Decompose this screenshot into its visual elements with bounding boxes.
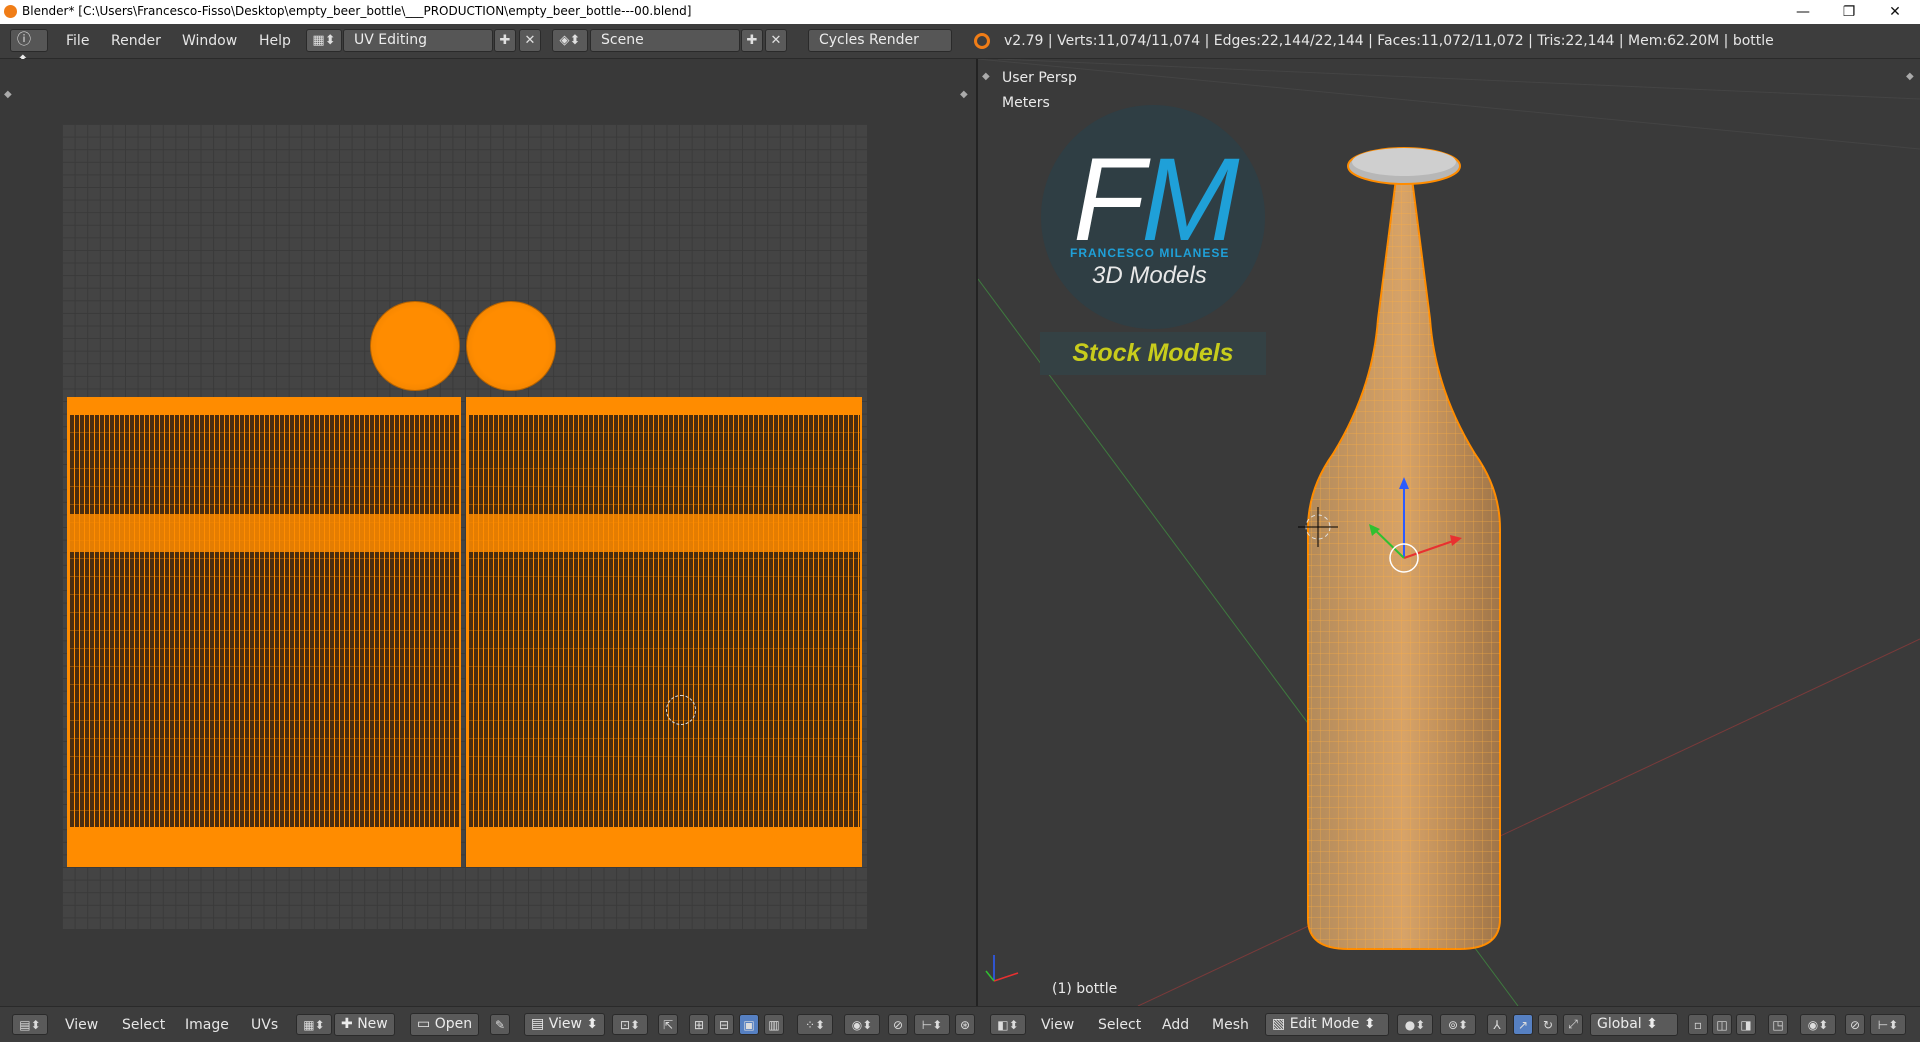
mode-selector[interactable]: ▧ Edit Mode ⬍ xyxy=(1265,1013,1389,1036)
add-scene-icon[interactable]: ✚ xyxy=(741,29,763,52)
grid-line xyxy=(997,59,1920,100)
sync-selection-icon[interactable]: ⇱ xyxy=(658,1014,678,1035)
occlude-geometry-icon[interactable]: ◳ xyxy=(1768,1014,1788,1035)
new-image-button[interactable]: ✚ New xyxy=(334,1013,395,1036)
menu-file[interactable]: File xyxy=(66,33,89,49)
view-mode-selector[interactable]: ▤ View ⬍ xyxy=(524,1013,606,1036)
bottle-cap-top xyxy=(1352,148,1456,176)
info-header: ⓘ ⬍ File Render Window Help ▦⬍ UV Editin… xyxy=(0,24,1920,69)
scale-manipulator-icon[interactable]: ⤢ xyxy=(1563,1014,1583,1035)
vp-menu-add[interactable]: Add xyxy=(1162,1017,1189,1033)
vertex-select-icon[interactable]: ⊞ xyxy=(689,1014,709,1035)
uv-2d-cursor[interactable] xyxy=(666,695,696,725)
render-engine-selector[interactable]: Cycles Render xyxy=(808,29,952,52)
uv-island-body-right[interactable] xyxy=(466,397,862,867)
uv-island-cap-top[interactable] xyxy=(370,301,460,391)
logo-name: FRANCESCO MILANESE xyxy=(1070,246,1230,260)
layout-browse-icon[interactable]: ▦⬍ xyxy=(306,29,342,52)
add-layout-icon[interactable]: ✚ xyxy=(494,29,516,52)
snap-3d-icon[interactable]: ⊘ xyxy=(1845,1014,1865,1035)
maximize-button[interactable]: ❐ xyxy=(1826,0,1872,24)
edit-mode-icon: ▧ xyxy=(1272,1016,1290,1032)
blender-logo-icon xyxy=(974,33,990,49)
edge-select-mode-icon[interactable]: ◨ xyxy=(1736,1014,1756,1035)
pivot-point-icon[interactable]: ⊚⬍ xyxy=(1440,1014,1476,1035)
blender-app-icon xyxy=(4,5,17,18)
active-object-label: (1) bottle xyxy=(1052,981,1118,997)
pin-icon[interactable]: ✎ xyxy=(490,1014,510,1035)
pivot-icon[interactable]: ⊡⬍ xyxy=(612,1014,648,1035)
scene-selector[interactable]: Scene xyxy=(590,29,740,52)
proportional-edit-3d-icon[interactable]: ◉⬍ xyxy=(1800,1014,1836,1035)
vp-menu-select[interactable]: Select xyxy=(1098,1017,1141,1033)
axis-widget-x xyxy=(993,972,1019,982)
uv-image-editor[interactable]: ◆ ◆ xyxy=(0,59,976,1006)
menu-help[interactable]: Help xyxy=(259,33,291,49)
layer-icon[interactable]: ▫ xyxy=(1688,1014,1708,1035)
uv-menu-uvs[interactable]: UVs xyxy=(251,1017,278,1033)
stock-models-banner: Stock Models xyxy=(1040,332,1266,375)
vertex-select-mode-icon[interactable]: ◫ xyxy=(1712,1014,1732,1035)
new-image-label: New xyxy=(357,1016,388,1032)
uv-island-body-left[interactable] xyxy=(67,397,461,867)
x-axis-line xyxy=(1137,638,1920,1006)
menu-render[interactable]: Render xyxy=(111,33,161,49)
scene-stats: v2.79 | Verts:11,074/11,074 | Edges:22,1… xyxy=(1004,33,1774,49)
units-label: Meters xyxy=(1002,95,1050,111)
region-toggle-icon[interactable]: ◆ xyxy=(982,71,990,82)
window-titlebar: Blender* [C:\Users\Francesco-Fisso\Deskt… xyxy=(0,0,1920,24)
open-image-label: Open xyxy=(434,1016,473,1032)
layout-selector[interactable]: UV Editing xyxy=(343,29,493,52)
window-title: Blender* [C:\Users\Francesco-Fisso\Deskt… xyxy=(22,4,692,18)
uv-grid-background[interactable] xyxy=(62,124,867,929)
sticky-mode-icon[interactable]: ⁘⬍ xyxy=(797,1014,833,1035)
plus-icon: ✚ xyxy=(341,1016,358,1032)
close-button[interactable]: ✕ xyxy=(1872,0,1918,24)
mode-label: Edit Mode xyxy=(1289,1016,1360,1032)
folder-icon: ▭ xyxy=(417,1016,435,1032)
island-select-icon[interactable]: ▥ xyxy=(764,1014,784,1035)
uv-island-cap-bottom[interactable] xyxy=(466,301,556,391)
logo-initials: FM xyxy=(1073,141,1239,259)
open-image-button[interactable]: ▭ Open xyxy=(410,1013,480,1036)
uv-editor-type-icon[interactable]: ▤⬍ xyxy=(12,1014,48,1035)
region-toggle-icon[interactable]: ◆ xyxy=(1906,71,1914,82)
editor-headers-bottom: ▤⬍ View Select Image UVs ▦⬍ ✚ New ▭ Open… xyxy=(0,1006,1920,1042)
delete-scene-icon[interactable]: ✕ xyxy=(765,29,787,52)
logo-subtitle: 3D Models xyxy=(1092,262,1207,289)
edge-select-icon[interactable]: ⊟ xyxy=(714,1014,734,1035)
texture-icon[interactable]: ⊛ xyxy=(955,1014,975,1035)
translate-manipulator-icon[interactable]: ↗ xyxy=(1513,1014,1533,1035)
3d-viewport[interactable]: User Persp Meters FM FRANCESCO MILANESE … xyxy=(978,59,1920,1006)
snap-element-icon[interactable]: ⊢⬍ xyxy=(1870,1014,1906,1035)
view-perspective-label: User Persp xyxy=(1002,70,1077,86)
view-mode-label: View xyxy=(548,1016,582,1032)
menu-window[interactable]: Window xyxy=(182,33,237,49)
viewport-shading-icon[interactable]: ●⬍ xyxy=(1397,1014,1433,1035)
axis-widget-y xyxy=(985,970,995,982)
scene-browse-icon[interactable]: ◈⬍ xyxy=(552,29,588,52)
viewport-editor-type-icon[interactable]: ◧⬍ xyxy=(990,1014,1026,1035)
uv-menu-view[interactable]: View xyxy=(65,1017,98,1033)
uv-menu-image[interactable]: Image xyxy=(185,1017,229,1033)
orientation-selector[interactable]: Global ⬍ xyxy=(1590,1013,1678,1036)
vp-menu-mesh[interactable]: Mesh xyxy=(1212,1017,1249,1033)
region-toggle-icon[interactable]: ◆ xyxy=(960,89,968,100)
face-select-icon[interactable]: ▣ xyxy=(739,1014,759,1035)
view-mode-icon: ▤ xyxy=(531,1016,549,1032)
image-browse-icon[interactable]: ▦⬍ xyxy=(296,1014,332,1035)
bottle-wireframe xyxy=(1308,179,1500,949)
uv-menu-select[interactable]: Select xyxy=(122,1017,165,1033)
region-toggle-icon[interactable]: ◆ xyxy=(4,89,12,100)
snap-target-icon[interactable]: ⊢⬍ xyxy=(914,1014,950,1035)
editor-type-info-icon[interactable]: ⓘ ⬍ xyxy=(10,29,48,69)
vp-menu-view[interactable]: View xyxy=(1041,1017,1074,1033)
proportional-edit-icon[interactable]: ◉⬍ xyxy=(844,1014,880,1035)
manipulator-toggle-icon[interactable]: ⅄ xyxy=(1487,1014,1507,1035)
orientation-label: Global xyxy=(1597,1016,1642,1032)
minimize-button[interactable]: — xyxy=(1780,0,1826,24)
delete-layout-icon[interactable]: ✕ xyxy=(519,29,541,52)
rotate-manipulator-icon[interactable]: ↻ xyxy=(1538,1014,1558,1035)
snap-icon[interactable]: ⊘ xyxy=(888,1014,908,1035)
